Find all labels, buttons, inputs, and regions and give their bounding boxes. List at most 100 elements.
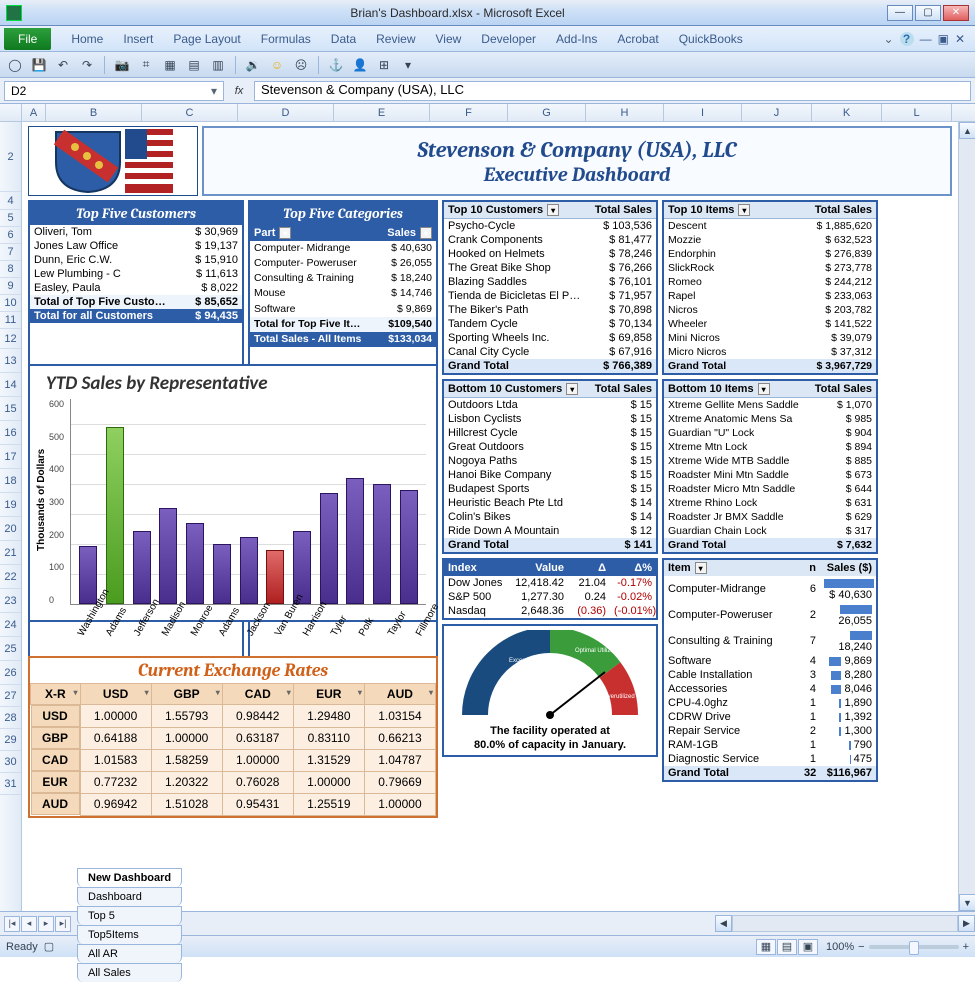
tab-view[interactable]: View (426, 28, 472, 50)
column-header[interactable]: Index (444, 560, 508, 576)
row-header[interactable]: 7 (0, 244, 21, 261)
redo-icon[interactable]: ↷ (78, 56, 96, 74)
row-header[interactable]: 9 (0, 278, 21, 295)
row-header[interactable]: 17 (0, 445, 21, 469)
tab-developer[interactable]: Developer (471, 28, 546, 50)
person-icon[interactable]: 👤 (351, 56, 369, 74)
scroll-down-icon[interactable]: ▼ (959, 894, 975, 911)
xr-column-header[interactable]: GBP▾ (151, 684, 222, 705)
filter-icon[interactable]: ▾ (566, 383, 578, 395)
xr-column-header[interactable]: EUR▾ (293, 684, 364, 705)
ribbon-minimize-icon[interactable]: ⌄ (884, 32, 894, 46)
panel-title[interactable]: Top 10 Customers▾ (444, 202, 588, 218)
calculator-icon[interactable]: ⌗ (137, 56, 155, 74)
anchor-icon[interactable]: ⚓ (327, 56, 345, 74)
tab-formulas[interactable]: Formulas (251, 28, 321, 50)
row-header[interactable]: 19 (0, 493, 21, 517)
row-header[interactable]: 22 (0, 565, 21, 589)
page-layout-view-icon[interactable]: ▤ (777, 939, 797, 955)
doc-close-icon[interactable]: ✕ (955, 32, 965, 46)
row-header[interactable]: 28 (0, 707, 21, 729)
filter-icon[interactable]: ▾ (738, 204, 750, 216)
row-header[interactable]: 13 (0, 349, 21, 373)
filter-icon[interactable]: ▾ (279, 227, 291, 239)
zoom-control[interactable]: 100% − + (826, 941, 969, 953)
normal-view-icon[interactable]: ▦ (756, 939, 776, 955)
new-icon[interactable]: ◯ (6, 56, 24, 74)
sheet-tab[interactable]: Top5Items (77, 925, 182, 944)
filter-icon[interactable]: ▾ (420, 227, 432, 239)
macro-record-icon[interactable]: ▢ (44, 940, 54, 953)
form-icon[interactable]: ▦ (161, 56, 179, 74)
doc-minimize-icon[interactable]: — (920, 32, 932, 46)
row-header[interactable]: 30 (0, 751, 21, 773)
col-header[interactable]: B (46, 104, 142, 121)
xr-column-header[interactable]: USD▾ (80, 684, 151, 705)
window-close-button[interactable]: ✕ (943, 5, 969, 21)
tab-insert[interactable]: Insert (113, 28, 163, 50)
column-header[interactable]: Sales ($) (820, 560, 876, 576)
row-header[interactable]: 25 (0, 637, 21, 661)
tab-nav-next-icon[interactable]: ▸ (38, 916, 54, 932)
sub-sales[interactable]: Sales▾ (376, 225, 436, 241)
row-header[interactable]: 14 (0, 373, 21, 397)
tab-acrobat[interactable]: Acrobat (607, 28, 668, 50)
row-header[interactable]: 11 (0, 312, 21, 329)
camera-icon[interactable]: 📷 (113, 56, 131, 74)
row-header[interactable]: 2 (0, 122, 21, 192)
undo-icon[interactable]: ↶ (54, 56, 72, 74)
col-header[interactable]: F (430, 104, 508, 121)
column-header[interactable]: Value (508, 560, 568, 576)
row-header[interactable]: 31 (0, 773, 21, 795)
name-box-dropdown-icon[interactable]: ▾ (211, 84, 217, 98)
speak-icon[interactable]: 🔉 (244, 56, 262, 74)
table-icon[interactable]: ▤ (185, 56, 203, 74)
column-header[interactable]: Total Sales (588, 202, 656, 218)
window-minimize-button[interactable]: — (887, 5, 913, 21)
row-header[interactable]: 15 (0, 397, 21, 421)
happy-icon[interactable]: ☺ (268, 56, 286, 74)
panel-title[interactable]: Bottom 10 Items▾ (664, 381, 808, 397)
row-header[interactable]: 8 (0, 261, 21, 278)
row-header[interactable]: 27 (0, 685, 21, 707)
row-header[interactable]: 18 (0, 469, 21, 493)
sad-icon[interactable]: ☹ (292, 56, 310, 74)
file-tab[interactable]: File (4, 28, 51, 50)
row-header[interactable]: 12 (0, 329, 21, 349)
xr-column-header[interactable]: X-R▾ (31, 684, 81, 705)
scroll-track[interactable] (732, 915, 958, 932)
pivot-icon[interactable]: ▥ (209, 56, 227, 74)
row-header[interactable]: 10 (0, 295, 21, 312)
panel-title[interactable]: Top 10 Items▾ (664, 202, 794, 218)
panel-title[interactable]: Bottom 10 Customers▾ (444, 381, 588, 397)
row-header[interactable]: 26 (0, 661, 21, 685)
tab-nav-last-icon[interactable]: ▸| (55, 916, 71, 932)
formula-input[interactable]: Stevenson & Company (USA), LLC (254, 81, 971, 101)
filter-icon[interactable]: ▾ (547, 204, 559, 216)
row-header[interactable]: 21 (0, 541, 21, 565)
tab-nav-first-icon[interactable]: |◂ (4, 916, 20, 932)
name-box[interactable]: D2 ▾ (4, 81, 224, 101)
column-header[interactable]: Total Sales (808, 381, 876, 397)
sheet-tab[interactable]: Top 5 (77, 906, 182, 925)
row-header[interactable]: 29 (0, 729, 21, 751)
tab-quickbooks[interactable]: QuickBooks (669, 28, 753, 50)
sheet-tab[interactable]: All Sales (77, 963, 182, 982)
col-header[interactable]: H (586, 104, 664, 121)
zoom-in-icon[interactable]: + (963, 941, 969, 953)
tab-data[interactable]: Data (321, 28, 366, 50)
scroll-track[interactable] (959, 139, 975, 894)
xr-column-header[interactable]: CAD▾ (222, 684, 293, 705)
fx-icon[interactable]: fx (228, 85, 250, 97)
tab-nav-prev-icon[interactable]: ◂ (21, 916, 37, 932)
col-header[interactable]: C (142, 104, 238, 121)
scroll-left-icon[interactable]: ◀ (715, 915, 732, 932)
col-header[interactable]: G (508, 104, 586, 121)
zoom-slider[interactable] (869, 945, 959, 949)
col-header[interactable]: A (22, 104, 46, 121)
page-break-view-icon[interactable]: ▣ (798, 939, 818, 955)
horizontal-scrollbar[interactable]: ◀ ▶ (715, 915, 975, 932)
row-header[interactable]: 4 (0, 192, 21, 210)
tab-addins[interactable]: Add-Ins (546, 28, 607, 50)
zoom-out-icon[interactable]: − (858, 941, 864, 953)
